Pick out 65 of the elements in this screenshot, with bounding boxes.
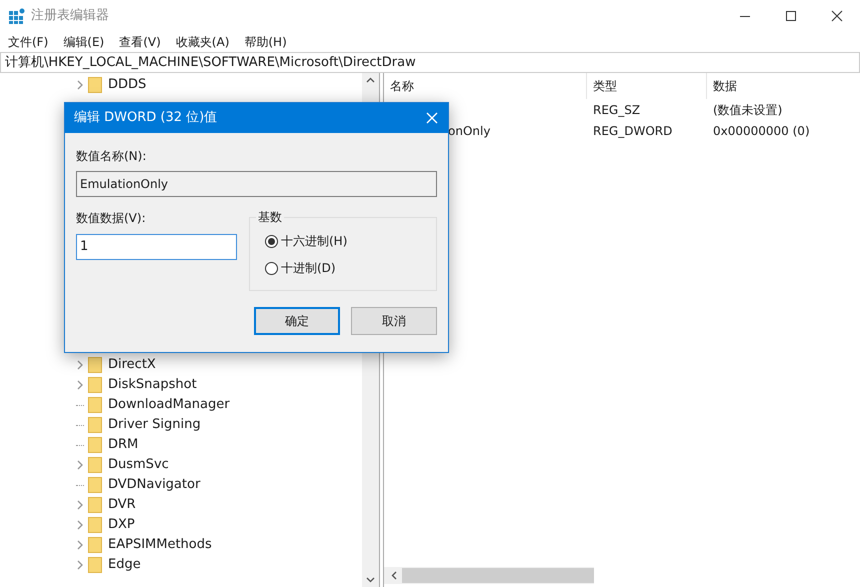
scroll-down-icon[interactable] (366, 577, 375, 583)
tree-item[interactable]: DusmSvc (108, 455, 169, 475)
folder-icon (88, 417, 102, 433)
column-header[interactable]: 数据 (707, 73, 737, 99)
tree-item[interactable]: DVR (108, 495, 136, 515)
menu-item[interactable]: 查看(V) (119, 33, 161, 51)
column-header[interactable]: 名称 (384, 73, 587, 99)
value-data: (数值未设置) (712, 102, 782, 118)
tree-item[interactable]: Edge (108, 555, 141, 575)
chevron-icon[interactable] (77, 560, 84, 570)
radio-option[interactable]: 十六进制(H) (265, 232, 421, 250)
tree-item[interactable]: DVDNavigator (108, 475, 200, 495)
chevron-icon[interactable] (77, 460, 84, 470)
dialog-title: 编辑 DWORD (32 位)值 (74, 109, 218, 128)
radio-option[interactable]: 十进制(D) (265, 259, 421, 277)
folder-icon (88, 497, 102, 513)
value-name[interactable]: onOnly (448, 124, 490, 138)
dialog-button[interactable]: 取消 (351, 307, 437, 335)
folder-icon (88, 457, 102, 473)
address-bar[interactable]: 计算机\HKEY_LOCAL_MACHINE\SOFTWARE\Microsoft\DirectDraw (0, 52, 860, 73)
folder-icon (88, 437, 102, 453)
folder-icon (88, 517, 102, 533)
chevron-icon[interactable] (77, 500, 84, 510)
scroll-up-icon[interactable] (366, 77, 375, 83)
tree-item[interactable]: DRM (108, 435, 138, 455)
folder-icon (88, 377, 102, 393)
tree-item[interactable]: DXP (108, 515, 135, 535)
menu-item[interactable]: 帮助(H) (244, 33, 287, 51)
folder-icon (88, 357, 102, 373)
horizontal-scrollbar[interactable] (384, 567, 594, 584)
tree-item[interactable]: DirectX (108, 355, 156, 375)
folder-icon (88, 557, 102, 573)
folder-icon (88, 397, 102, 413)
tree-item[interactable]: Driver Signing (108, 415, 201, 435)
menu-item[interactable]: 文件(F) (8, 33, 48, 51)
radio-icon[interactable] (265, 262, 278, 274)
menu-item[interactable]: 收藏夹(A) (176, 33, 230, 51)
field-label: 数值数据(V): (76, 210, 147, 227)
radio-icon[interactable] (265, 234, 278, 248)
value-data-field[interactable]: 1 (76, 234, 237, 260)
chevron-icon[interactable] (77, 520, 84, 530)
group-label: 基数 (256, 208, 284, 226)
value-name-field[interactable]: EmulationOnly (76, 171, 437, 197)
chevron-icon[interactable] (77, 80, 84, 90)
tree-item[interactable]: DDDS (108, 75, 146, 95)
chevron-icon[interactable] (77, 380, 84, 390)
tree-item[interactable]: DownloadManager (108, 395, 230, 415)
chevron-icon[interactable] (77, 360, 84, 370)
tree-item[interactable]: EAPSIMMethods (108, 535, 212, 555)
tree-item[interactable]: DiskSnapshot (108, 375, 197, 395)
folder-icon (88, 537, 102, 553)
dialog-button[interactable]: 确定 (254, 307, 340, 335)
close-icon[interactable] (426, 112, 438, 124)
column-header[interactable]: 类型 (587, 73, 707, 99)
value-type: REG_SZ (592, 102, 642, 118)
value-type: REG_DWORD (592, 122, 674, 140)
window-title: 注册表编辑器 (31, 7, 109, 26)
registry-app-icon (9, 8, 25, 24)
scrollbar-thumb[interactable] (402, 568, 594, 583)
folder-icon (88, 477, 102, 493)
field-label: 数值名称(N): (76, 148, 148, 165)
chevron-icon[interactable] (77, 540, 84, 550)
value-data: 0x00000000 (0) (712, 122, 810, 140)
menu-item[interactable]: 编辑(E) (63, 33, 104, 51)
folder-icon (88, 77, 102, 93)
